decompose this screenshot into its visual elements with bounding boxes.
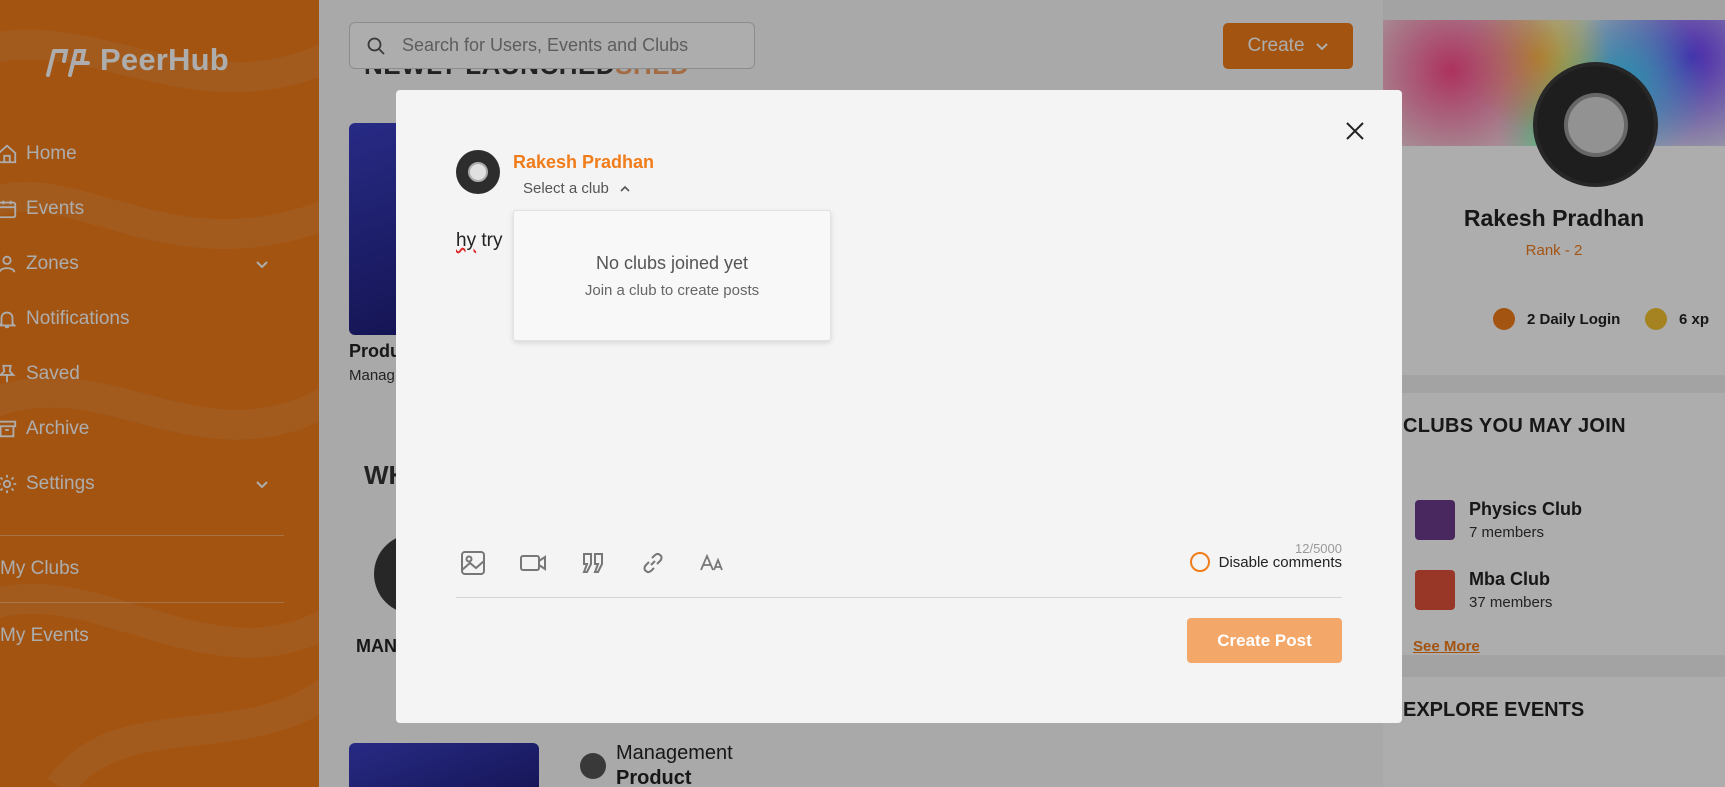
dropdown-empty-title: No clubs joined yet [595, 253, 749, 273]
text-format-button[interactable] [696, 546, 730, 580]
add-video-button[interactable] [516, 546, 550, 580]
link-icon [643, 552, 663, 574]
add-link-button[interactable] [636, 546, 670, 580]
font-size-icon [700, 553, 723, 571]
post-text-rest: try [476, 230, 503, 251]
post-author-name: Rakesh Pradhan [513, 152, 655, 172]
create-post-modal: Rakesh Pradhan Select a club hy try No c… [396, 90, 1402, 723]
add-image-button[interactable] [456, 546, 490, 580]
quote-icon [582, 553, 603, 573]
radio-icon[interactable] [1189, 552, 1210, 572]
modal-divider [456, 597, 1342, 598]
user-avatar [456, 150, 500, 194]
club-dropdown: No clubs joined yet Join a club to creat… [513, 210, 831, 341]
post-text-area[interactable]: hy try [456, 230, 502, 252]
avatar-logo-icon [468, 162, 488, 182]
club-select-label: Select a club [523, 180, 609, 197]
chevron-up-icon [620, 185, 630, 192]
image-icon [461, 551, 485, 575]
video-icon [520, 555, 546, 571]
misspelled-word: hy [456, 230, 477, 251]
dropdown-empty-subtitle: Join a club to create posts [584, 282, 760, 299]
club-select[interactable]: Select a club [523, 180, 631, 197]
add-quote-button[interactable] [576, 546, 610, 580]
disable-comments-toggle[interactable]: Disable comments [1189, 552, 1342, 572]
close-icon[interactable] [1344, 120, 1366, 142]
post-toolbar [456, 546, 730, 580]
disable-comments-label: Disable comments [1218, 553, 1342, 571]
create-post-button[interactable]: Create Post [1187, 618, 1342, 663]
